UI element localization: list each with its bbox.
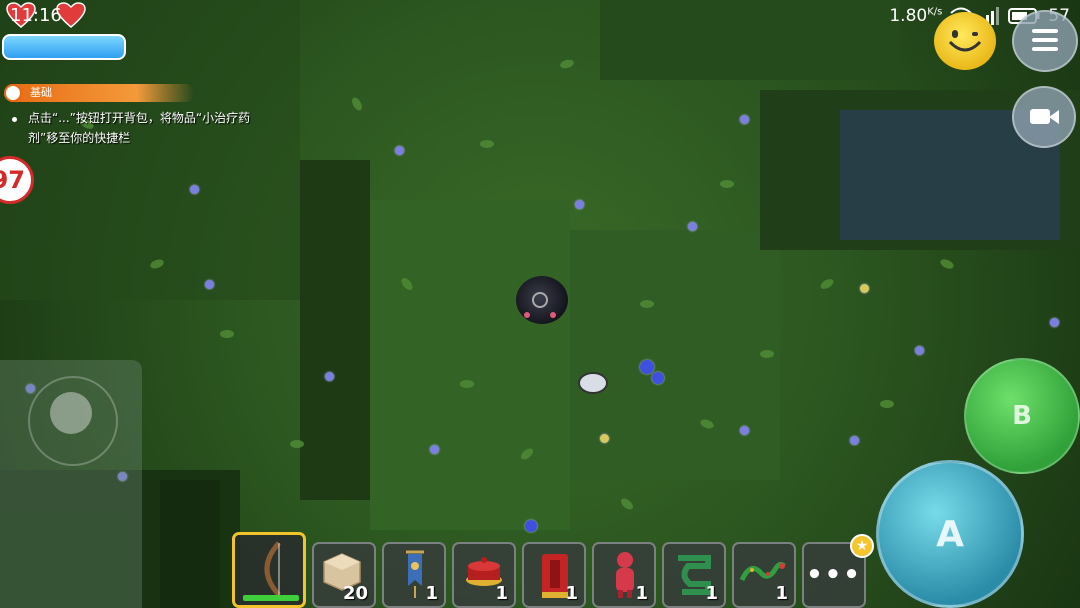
star-icon: ★ bbox=[850, 534, 874, 558]
durability-bar bbox=[243, 595, 299, 601]
hotbar-slot-red-doll[interactable]: 1 bbox=[592, 542, 656, 608]
hotbar-slot-red-armor[interactable]: 1 bbox=[522, 542, 586, 608]
smiley-eye-icon bbox=[952, 30, 958, 38]
item-count: 20 bbox=[342, 583, 368, 604]
hotbar-slot-bow[interactable] bbox=[232, 532, 306, 608]
hotbar-slot-dragon-item[interactable]: 1 bbox=[732, 542, 796, 608]
bow-icon bbox=[264, 541, 281, 597]
camera-button[interactable] bbox=[1012, 86, 1076, 148]
smiley-eye-icon bbox=[972, 32, 978, 36]
quest-description: 点击“...”按钮打开背包，将物品“小治疗药剂”移至你的快捷栏 bbox=[10, 108, 278, 148]
item-count: 1 bbox=[775, 583, 788, 604]
clock-icon bbox=[4, 84, 22, 102]
menu-button[interactable] bbox=[1012, 10, 1078, 72]
clock-time: 11:16 bbox=[10, 5, 62, 26]
status-bar: 11:16 1.80K/s 57 bbox=[0, 0, 1080, 32]
hotbar-slot-banner[interactable]: 1 bbox=[382, 542, 446, 608]
hotbar-slot-sand-block[interactable]: 20 bbox=[312, 542, 376, 608]
open-backpack-button[interactable]: ••• ★ bbox=[802, 534, 874, 608]
quest-category-tag: 基础 bbox=[4, 84, 194, 102]
a-button[interactable]: A bbox=[876, 460, 1024, 608]
hotbar-slot-red-cake[interactable]: 1 bbox=[452, 542, 516, 608]
banner-icon bbox=[406, 550, 424, 598]
video-camera-icon bbox=[1030, 109, 1050, 124]
item-count: 1 bbox=[635, 583, 648, 604]
player-character bbox=[516, 276, 568, 324]
health-bar bbox=[2, 34, 126, 60]
emote-button[interactable] bbox=[934, 12, 996, 70]
item-count: 1 bbox=[425, 583, 438, 604]
virtual-joystick[interactable] bbox=[0, 360, 142, 608]
smile-mouth-icon bbox=[948, 40, 982, 52]
item-count: 1 bbox=[565, 583, 578, 604]
hotbar: 20 1 1 1 1 1 1 ••• ★ bbox=[232, 532, 874, 608]
joystick-knob[interactable] bbox=[50, 392, 92, 434]
hotbar-slot-green-item[interactable]: 1 bbox=[662, 542, 726, 608]
b-button[interactable]: B bbox=[964, 358, 1080, 474]
network-speed: 1.80K/s bbox=[889, 6, 943, 26]
quest-panel[interactable]: 基础 点击“...”按钮打开背包，将物品“小治疗药剂”移至你的快捷栏 bbox=[4, 84, 274, 148]
quest-category: 基础 bbox=[30, 86, 52, 99]
item-count: 1 bbox=[705, 583, 718, 604]
item-count: 1 bbox=[495, 583, 508, 604]
creature[interactable] bbox=[578, 372, 608, 394]
